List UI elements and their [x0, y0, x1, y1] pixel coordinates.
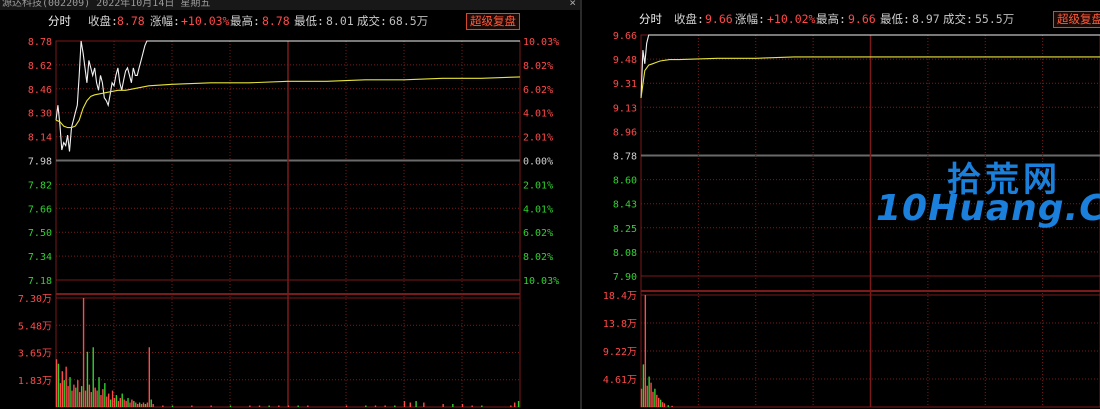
volume-tick-label: 7.30万 — [18, 294, 52, 305]
price-tick-label: 8.60 — [613, 176, 637, 187]
pct-tick-label: 4.01% — [523, 109, 553, 120]
price-tick-label: 7.50 — [28, 228, 52, 239]
volume-tick-label: 4.61万 — [603, 375, 637, 386]
pct-tick-label: 6.02% — [523, 85, 553, 96]
price-tick-label: 8.14 — [28, 133, 52, 144]
price-tick-label: 8.78 — [28, 37, 52, 48]
price-tick-label: 9.31 — [613, 79, 637, 90]
price-tick-label: 7.82 — [28, 180, 52, 191]
price-tick-label: 8.96 — [613, 127, 637, 138]
price-tick-label: 8.30 — [28, 109, 52, 120]
pct-tick-label: 0.00% — [523, 157, 553, 168]
volume-tick-label: 3.65万 — [18, 349, 52, 360]
price-tick-label: 9.48 — [613, 55, 637, 66]
price-tick-label: 7.90 — [613, 272, 637, 283]
volume-tick-label: 13.8万 — [603, 319, 637, 330]
pct-tick-label: 2.01% — [523, 180, 553, 191]
volume-tick-label: 1.83万 — [18, 376, 52, 387]
watermark-en: 10Huang.CN — [876, 188, 1100, 229]
right-stock-panel: 分时 收盘: 9.66 涨幅: +10.02% 最高: 9.66 最低: 8.9… — [582, 0, 1100, 409]
price-tick-label: 8.62 — [28, 61, 52, 72]
price-tick-label: 7.66 — [28, 204, 52, 215]
pct-tick-label: 4.01% — [523, 204, 553, 215]
price-tick-label: 9.13 — [613, 103, 637, 114]
price-tick-label: 8.43 — [613, 200, 637, 211]
price-tick-label: 7.98 — [28, 157, 52, 168]
price-tick-label: 7.34 — [28, 252, 52, 263]
volume-tick-label: 5.48万 — [18, 321, 52, 332]
price-tick-label: 9.66 — [613, 31, 637, 42]
pct-tick-label: 6.02% — [523, 228, 553, 239]
pct-tick-label: 8.02% — [523, 252, 553, 263]
left-intraday-chart: 8.78 10.03% 8.62 8.02% 8.46 6.02% 8.30 4.01% 8.1… — [18, 37, 559, 408]
pct-tick-label: 10.03% — [523, 276, 559, 287]
price-tick-label: 7.18 — [28, 276, 52, 287]
pct-tick-label: 10.03% — [523, 37, 559, 48]
price-tick-label: 8.08 — [613, 248, 637, 259]
price-tick-label: 8.25 — [613, 224, 637, 235]
left-stock-panel: 源达科技(002209) 2022年10月14日 星期五 × 分时 收盘: 8.… — [0, 0, 580, 409]
volume-tick-label: 18.4万 — [603, 291, 637, 302]
price-tick-label: 8.78 — [613, 152, 637, 163]
pct-tick-label: 8.02% — [523, 61, 553, 72]
pct-tick-label: 2.01% — [523, 133, 553, 144]
price-tick-label: 8.46 — [28, 85, 52, 96]
volume-tick-label: 9.22万 — [603, 347, 637, 358]
